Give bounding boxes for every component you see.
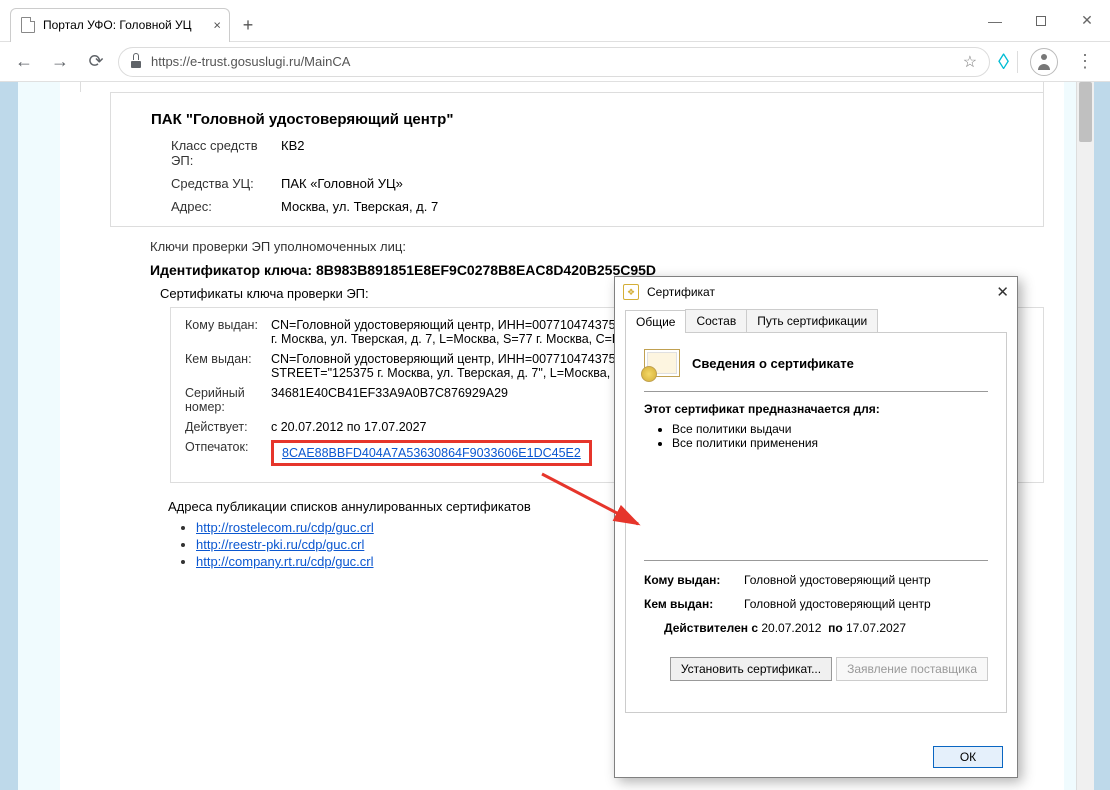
reload-button[interactable]: ⟳ [82,48,110,76]
cert-fp-link[interactable]: 8CAE88BBFD404A7A53630864F9033606E1DC45E2 [282,446,581,460]
window-maximize-button[interactable] [1018,6,1064,36]
valid-to-value: 17.07.2027 [846,621,906,635]
crl-link[interactable]: http://reestr-pki.ru/cdp/guc.crl [196,537,364,552]
window-minimize-button[interactable]: — [972,6,1018,36]
issuer-statement-button: Заявление поставщика [836,657,988,681]
address-label: Адрес: [171,199,281,214]
crl-link[interactable]: http://company.rt.ru/cdp/guc.crl [196,554,374,569]
cert-by-label: Кем выдан: [185,352,271,380]
lock-icon [131,56,141,68]
address-bar[interactable]: https://e-trust.gosuslugi.ru/MainCA ☆ [118,47,990,77]
back-button[interactable]: ← [10,48,38,76]
issued-to-value: Головной удостоверяющий центр [744,573,931,587]
browser-tab[interactable]: Портал УФО: Головной УЦ × [10,8,230,42]
crl-link[interactable]: http://rostelecom.ru/cdp/guc.crl [196,520,374,535]
issued-to-label: Кому выдан: [644,573,744,587]
cert-to-label: Кому выдан: [185,318,271,346]
tab-content[interactable]: Состав [685,309,747,332]
page-scrollbar[interactable] [1076,82,1094,790]
cert-fp-highlight: 8CAE88BBFD404A7A53630864F9033606E1DC45E2 [271,440,592,466]
issued-by-value: Головной удостоверяющий центр [744,597,931,611]
browser-toolbar: ← → ⟳ https://e-trust.gosuslugi.ru/MainC… [0,42,1110,82]
window-close-button[interactable]: ✕ [1064,6,1110,36]
right-gutter [1094,82,1110,790]
tab-cert-path[interactable]: Путь сертификации [746,309,878,332]
dialog-close-button[interactable]: ✕ [996,283,1009,301]
dialog-tabs: Общие Состав Путь сертификации [625,309,1007,333]
browser-menu-button[interactable]: ⋮ [1070,51,1100,72]
purpose-item: Все политики выдачи [672,422,988,436]
ok-button[interactable]: ОК [933,746,1003,768]
tab-general-pane: Сведения о сертификате Этот сертификат п… [625,333,1007,713]
valid-from-value: 20.07.2012 [761,621,821,635]
browser-titlebar: Портал УФО: Головной УЦ × + — ✕ [0,0,1110,42]
valid-from-label: Действителен с [664,621,758,635]
keys-heading: Ключи проверки ЭП уполномоченных лиц: [150,239,1064,254]
cert-serial-label: Серийный номер: [185,386,271,414]
valid-to-label: по [828,621,843,635]
tab-general[interactable]: Общие [625,310,686,333]
left-gutter-2 [18,82,48,790]
certificate-icon [644,349,680,377]
url-scheme: https [151,54,179,69]
certificate-purpose-block: Этот сертификат предназначается для: Все… [644,402,988,450]
means-value: ПАК «Головной УЦ» [281,176,403,191]
certificate-fields: Кому выдан: Головной удостоверяющий цент… [644,560,988,635]
drop-extension-icon[interactable]: ◊ [998,49,1009,75]
dialog-title: Сертификат [647,285,715,299]
certificate-badge-icon: ❖ [623,284,639,300]
window-controls: — ✕ [972,6,1110,36]
ca-title: ПАК "Головной удостоверяющий центр" [151,111,1023,128]
class-value: КВ2 [281,138,304,168]
new-tab-button[interactable]: + [234,12,262,40]
bookmark-star-icon[interactable]: ☆ [963,52,977,72]
purpose-item: Все политики применения [672,436,988,450]
dialog-titlebar: ❖ Сертификат ✕ [615,277,1017,307]
ca-summary-card: ПАК "Головной удостоверяющий центр" Клас… [110,92,1044,227]
url-rest: ://e-trust.gosuslugi.ru/MainCA [179,54,350,69]
class-label: Класс средств ЭП: [171,138,281,168]
scrollbar-thumb[interactable] [1079,82,1092,142]
means-label: Средства УЦ: [171,176,281,191]
profile-avatar-button[interactable] [1030,48,1058,76]
install-certificate-button[interactable]: Установить сертификат... [670,657,832,681]
purpose-heading: Этот сертификат предназначается для: [644,402,988,416]
certificate-dialog: ❖ Сертификат ✕ Общие Состав Путь сертифи… [614,276,1018,778]
page-icon [21,17,35,33]
issued-by-label: Кем выдан: [644,597,744,611]
address-value: Москва, ул. Тверская, д. 7 [281,199,438,214]
tab-close-icon[interactable]: × [213,18,221,33]
tab-title: Портал УФО: Головной УЦ [43,18,192,32]
cert-info-heading: Сведения о сертификате [692,356,854,371]
forward-button[interactable]: → [46,48,74,76]
cert-valid-label: Действует: [185,420,271,434]
left-gutter [0,82,18,790]
cert-fp-label: Отпечаток: [185,440,271,466]
